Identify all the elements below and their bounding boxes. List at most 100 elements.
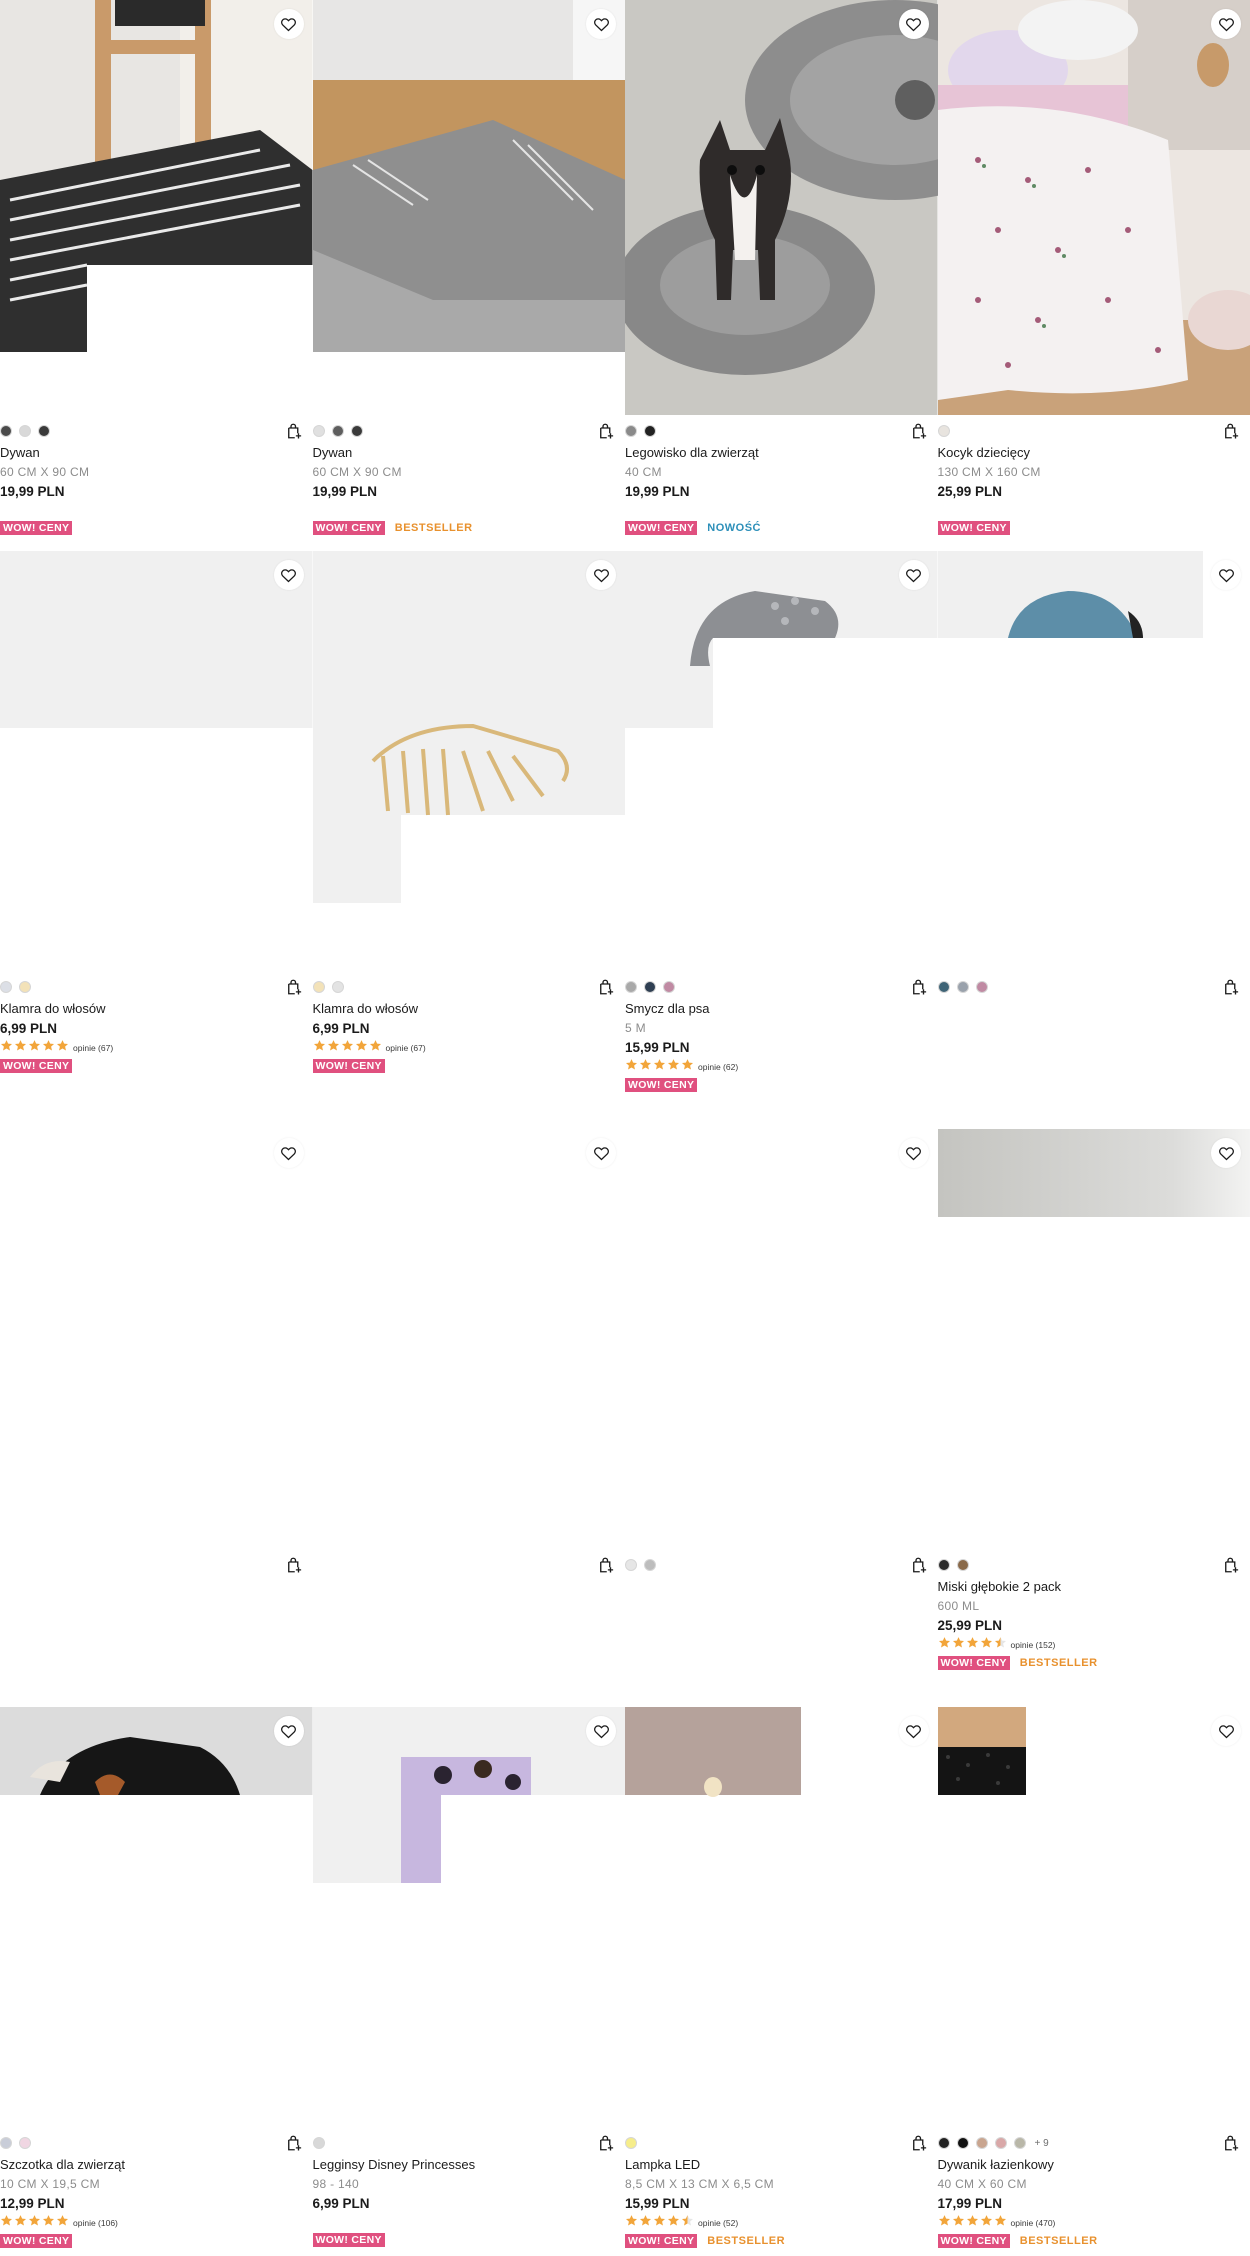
- product-image[interactable]: [0, 1129, 313, 1544]
- wishlist-heart-icon[interactable]: [898, 1716, 929, 1746]
- wishlist-heart-icon[interactable]: [1211, 1716, 1241, 1746]
- product-image[interactable]: [937, 1129, 1250, 1544]
- add-to-cart-icon[interactable]: [285, 422, 303, 440]
- product-card[interactable]: [937, 551, 1250, 1129]
- review-count[interactable]: opinie (152): [1011, 1640, 1056, 1650]
- color-swatch[interactable]: [0, 425, 12, 437]
- color-swatch[interactable]: [1013, 2137, 1026, 2149]
- add-to-cart-icon[interactable]: [1222, 2134, 1240, 2152]
- product-image[interactable]: [625, 551, 938, 966]
- product-card[interactable]: Kocyk dziecięcy 130 CM X 160 CM 25,99 PLN W…: [937, 0, 1250, 578]
- review-count[interactable]: opinie (470): [1011, 2218, 1056, 2228]
- product-card[interactable]: Dywan 60 CM X 90 CM 19,99 PLN WOW! CENY: [0, 0, 313, 578]
- product-name[interactable]: Dywan: [313, 445, 626, 461]
- product-card[interactable]: [312, 1129, 625, 1707]
- color-swatch[interactable]: [937, 981, 950, 993]
- product-image[interactable]: [937, 551, 1250, 966]
- color-swatch[interactable]: [625, 981, 637, 993]
- color-swatch[interactable]: [625, 2137, 637, 2149]
- add-to-cart-icon[interactable]: [910, 422, 928, 440]
- add-to-cart-icon[interactable]: [285, 978, 303, 996]
- product-image[interactable]: [625, 0, 938, 415]
- wishlist-heart-icon[interactable]: [586, 1138, 616, 1168]
- color-swatch[interactable]: [625, 425, 637, 437]
- product-card[interactable]: Klamra do włosów 6,99 PLN opinie (67) WOW! …: [312, 551, 626, 1129]
- product-card[interactable]: Lampka LED 8,5 CM X 13 CM X 6,5 CM 15,99 P…: [625, 1707, 938, 2256]
- color-swatch[interactable]: [956, 981, 969, 993]
- product-name[interactable]: Szczotka dla zwierząt: [0, 2157, 313, 2173]
- color-swatch[interactable]: [19, 2137, 31, 2149]
- product-image[interactable]: [312, 1129, 625, 1544]
- wishlist-heart-icon[interactable]: [273, 9, 304, 39]
- color-swatch[interactable]: [975, 981, 988, 993]
- add-to-cart-icon[interactable]: [597, 2134, 615, 2152]
- wishlist-heart-icon[interactable]: [898, 9, 929, 39]
- add-to-cart-icon[interactable]: [1222, 1556, 1240, 1574]
- add-to-cart-icon[interactable]: [285, 2134, 303, 2152]
- product-image[interactable]: [0, 551, 313, 966]
- review-count[interactable]: opinie (52): [698, 2218, 738, 2228]
- more-colors-count[interactable]: + 9: [1035, 2138, 1049, 2149]
- review-count[interactable]: opinie (106): [73, 2218, 118, 2228]
- color-swatch[interactable]: [312, 425, 325, 437]
- product-image[interactable]: [937, 0, 1250, 415]
- wishlist-heart-icon[interactable]: [273, 1716, 304, 1746]
- product-name[interactable]: Kocyk dziecięcy: [938, 445, 1250, 461]
- add-to-cart-icon[interactable]: [597, 1556, 615, 1574]
- product-card[interactable]: [0, 1129, 313, 1707]
- color-swatch[interactable]: [956, 2137, 969, 2149]
- color-swatch[interactable]: [644, 981, 656, 993]
- wishlist-heart-icon[interactable]: [273, 1138, 304, 1168]
- product-image[interactable]: [312, 551, 625, 966]
- add-to-cart-icon[interactable]: [285, 1556, 303, 1574]
- product-name[interactable]: Legowisko dla zwierząt: [625, 445, 938, 461]
- color-swatch[interactable]: [975, 2137, 988, 2149]
- product-name[interactable]: Lampka LED: [625, 2157, 938, 2173]
- product-card[interactable]: [625, 1129, 938, 1707]
- color-swatch[interactable]: [19, 981, 31, 993]
- add-to-cart-icon[interactable]: [597, 978, 615, 996]
- product-name[interactable]: Miski głębokie 2 pack: [938, 1579, 1250, 1595]
- add-to-cart-icon[interactable]: [910, 2134, 928, 2152]
- color-swatch[interactable]: [331, 425, 344, 437]
- color-swatch[interactable]: [625, 1559, 637, 1571]
- product-card[interactable]: Legginsy Disney Princesses 98 - 140 6,99 P…: [312, 1707, 626, 2256]
- review-count[interactable]: opinie (62): [698, 1062, 738, 1072]
- wishlist-heart-icon[interactable]: [1211, 560, 1241, 590]
- product-image[interactable]: [312, 0, 625, 415]
- color-swatch[interactable]: [644, 425, 656, 437]
- color-swatch[interactable]: [331, 981, 344, 993]
- wishlist-heart-icon[interactable]: [273, 560, 304, 590]
- review-count[interactable]: opinie (67): [73, 1043, 113, 1053]
- color-swatch[interactable]: [956, 1559, 969, 1571]
- product-image[interactable]: [625, 1707, 938, 2122]
- add-to-cart-icon[interactable]: [597, 422, 615, 440]
- wishlist-heart-icon[interactable]: [898, 560, 929, 590]
- color-swatch[interactable]: [937, 1559, 950, 1571]
- color-swatch[interactable]: [0, 981, 12, 993]
- product-name[interactable]: Klamra do włosów: [313, 1001, 626, 1017]
- product-card[interactable]: + 9 Dywanik łazienkowy 40 CM X 60 CM 17,99 …: [937, 1707, 1250, 2256]
- product-image[interactable]: [0, 1707, 313, 2122]
- wishlist-heart-icon[interactable]: [586, 1716, 616, 1746]
- product-name[interactable]: Smycz dla psa: [625, 1001, 938, 1017]
- product-image[interactable]: [0, 0, 313, 415]
- product-image[interactable]: [937, 1707, 1250, 2122]
- wishlist-heart-icon[interactable]: [586, 560, 616, 590]
- product-name[interactable]: Dywan: [0, 445, 313, 461]
- color-swatch[interactable]: [38, 425, 50, 437]
- color-swatch[interactable]: [937, 425, 950, 437]
- wishlist-heart-icon[interactable]: [1211, 9, 1241, 39]
- product-card[interactable]: Legowisko dla zwierząt 40 CM 19,99 PLN WOW!…: [625, 0, 938, 578]
- color-swatch[interactable]: [19, 425, 31, 437]
- color-swatch[interactable]: [937, 2137, 950, 2149]
- wishlist-heart-icon[interactable]: [586, 9, 616, 39]
- color-swatch[interactable]: [644, 1559, 656, 1571]
- product-card[interactable]: Szczotka dla zwierząt 10 CM X 19,5 CM 12,9…: [0, 1707, 313, 2256]
- product-name[interactable]: Klamra do włosów: [0, 1001, 313, 1017]
- add-to-cart-icon[interactable]: [910, 1556, 928, 1574]
- product-image[interactable]: [625, 1129, 938, 1544]
- wishlist-heart-icon[interactable]: [898, 1138, 929, 1168]
- product-card[interactable]: Dywan 60 CM X 90 CM 19,99 PLN WOW! CENY BEST…: [312, 0, 626, 578]
- product-name[interactable]: Legginsy Disney Princesses: [313, 2157, 626, 2173]
